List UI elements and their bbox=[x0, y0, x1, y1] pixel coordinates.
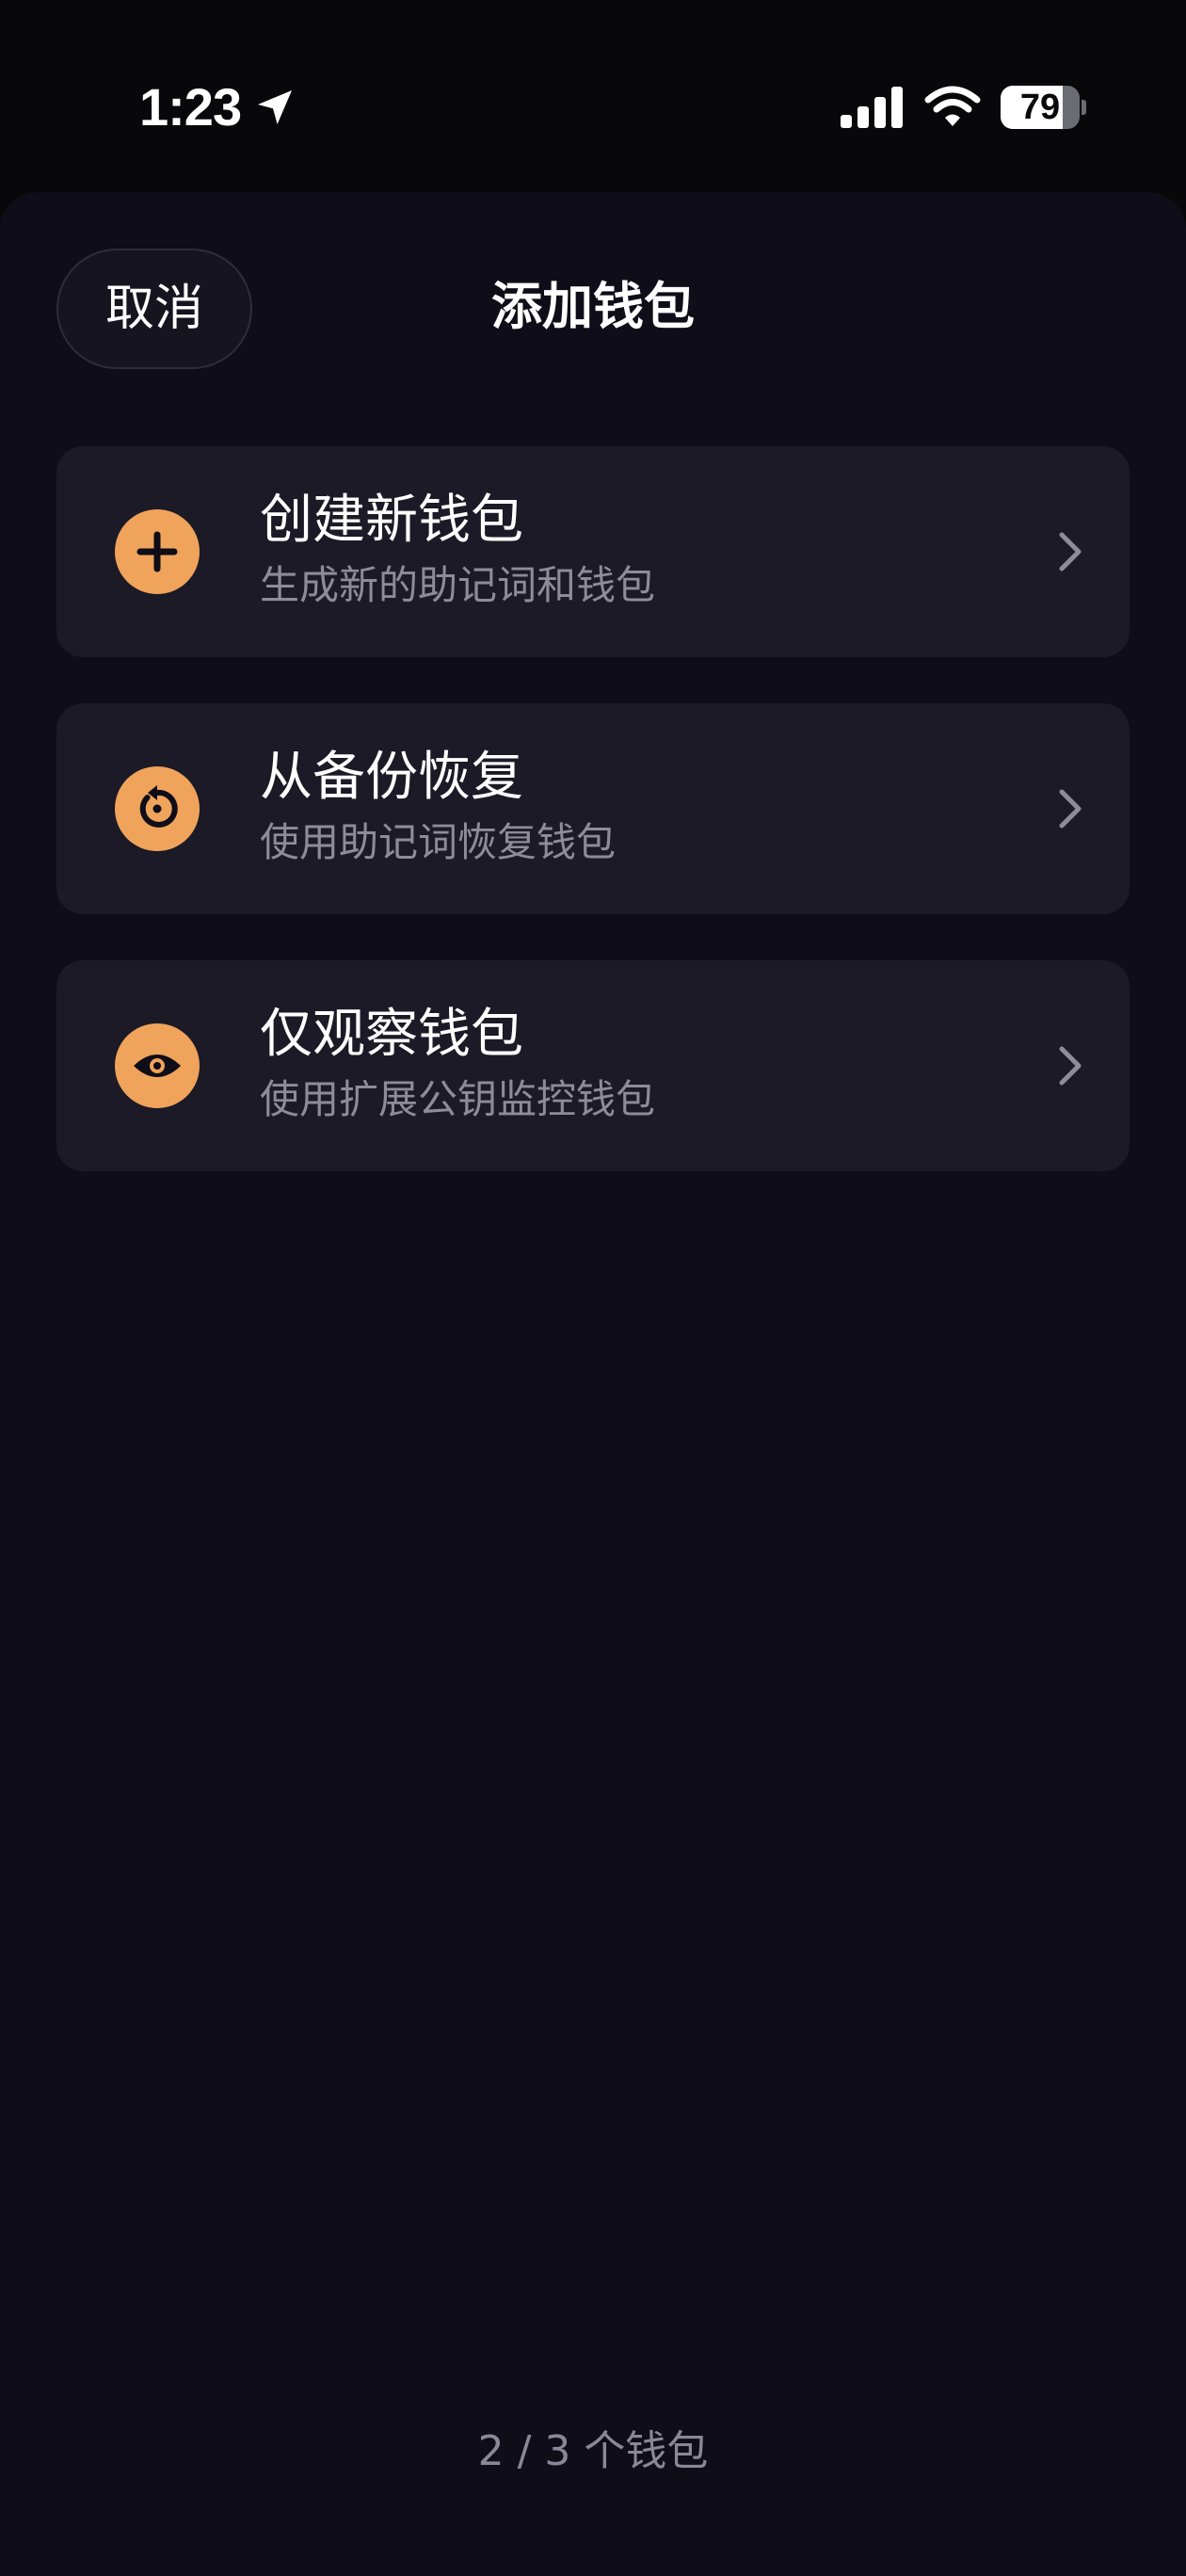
option-subtitle: 使用助记词恢复钱包 bbox=[260, 819, 617, 865]
eye-icon bbox=[115, 1023, 200, 1108]
chevron-right-icon bbox=[1059, 1046, 1082, 1086]
option-title: 从备份恢复 bbox=[260, 747, 523, 808]
battery-tip bbox=[1082, 100, 1086, 115]
status-time: 1:23 bbox=[139, 77, 242, 137]
watch-only-wallet-option[interactable]: 仅观察钱包 使用扩展公钥监控钱包 bbox=[56, 960, 1130, 1171]
cellular-signal-icon bbox=[841, 87, 903, 128]
chevron-right-icon bbox=[1059, 532, 1082, 572]
restore-wallet-option[interactable]: 从备份恢复 使用助记词恢复钱包 bbox=[56, 703, 1130, 914]
page-title: 添加钱包 bbox=[491, 277, 695, 336]
plus-icon bbox=[115, 509, 200, 594]
option-subtitle: 生成新的助记词和钱包 bbox=[260, 562, 656, 608]
location-arrow-icon bbox=[258, 90, 292, 124]
wifi-icon bbox=[924, 86, 981, 126]
restore-icon bbox=[115, 766, 200, 851]
option-title: 创建新钱包 bbox=[260, 490, 523, 551]
battery-level: 79 bbox=[1019, 88, 1061, 127]
battery-body: 79 bbox=[1001, 86, 1080, 129]
status-bar: 1:23 79 bbox=[0, 0, 1186, 188]
battery-icon: 79 bbox=[1001, 86, 1086, 129]
option-title: 仅观察钱包 bbox=[260, 1004, 523, 1065]
chevron-right-icon bbox=[1059, 789, 1082, 829]
create-wallet-option[interactable]: 创建新钱包 生成新的助记词和钱包 bbox=[56, 446, 1130, 657]
cancel-button[interactable]: 取消 bbox=[56, 249, 252, 369]
option-subtitle: 使用扩展公钥监控钱包 bbox=[260, 1076, 656, 1122]
wallet-count-label: 2 / 3 个钱包 bbox=[477, 2427, 709, 2475]
add-wallet-sheet: 取消 添加钱包 创建新钱包 生成新的助记词和钱包 从备份恢复 使用助记词恢复钱包 bbox=[0, 192, 1186, 2576]
